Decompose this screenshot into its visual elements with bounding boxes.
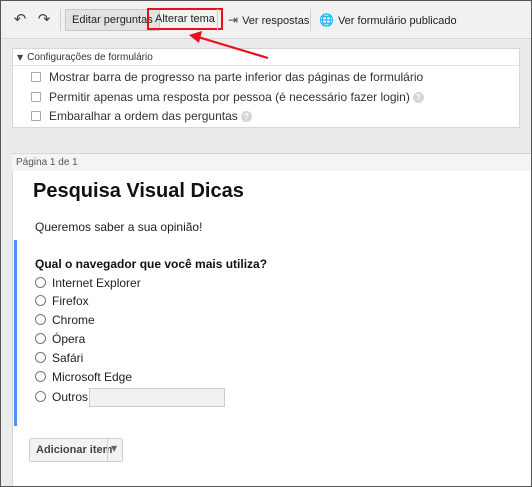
divider — [13, 65, 519, 66]
help-icon[interactable]: ? — [412, 92, 424, 103]
checkbox[interactable] — [31, 111, 41, 121]
toolbar: ↶ ↷ Editar perguntas Alterar tema ⇥ Ver r… — [1, 1, 531, 39]
divider — [107, 439, 108, 461]
view-responses-button[interactable]: ⇥ Ver respostas — [221, 9, 316, 31]
setting-label: Mostrar barra de progresso na parte infe… — [49, 70, 424, 84]
collapse-triangle-icon: ▼ — [17, 53, 24, 62]
choice-option[interactable]: Internet Explorer — [35, 275, 141, 291]
form-title[interactable]: Pesquisa Visual Dicas — [33, 180, 244, 203]
radio-button[interactable] — [35, 333, 46, 344]
choice-label: Chrome — [52, 313, 95, 327]
form-description[interactable]: Queremos saber a sua opinião! — [35, 220, 202, 234]
setting-label: Permitir apenas uma resposta por pessoa … — [49, 90, 410, 104]
form-settings-panel: ▼ Configurações de formulário Mostrar bar… — [12, 48, 520, 128]
other-text-input[interactable] — [89, 388, 225, 407]
page-label: Página 1 de 1 — [16, 157, 78, 168]
add-item-button[interactable]: Adicionar item ▼ — [29, 438, 123, 462]
setting-one-response[interactable]: Permitir apenas uma resposta por pessoa … — [31, 89, 424, 105]
edit-questions-button[interactable]: Editar perguntas — [65, 9, 160, 31]
question-focus-bar — [14, 240, 17, 426]
form-canvas: Pesquisa Visual Dicas Queremos saber a s… — [12, 171, 532, 487]
change-theme-button[interactable]: Alterar tema — [147, 8, 223, 30]
choice-label: Safári — [52, 351, 84, 365]
choice-label: Ópera — [52, 332, 86, 346]
radio-button[interactable] — [35, 295, 46, 306]
radio-button[interactable] — [35, 314, 46, 325]
choice-option[interactable]: Chrome — [35, 312, 95, 328]
checkbox[interactable] — [31, 72, 41, 82]
choice-option[interactable]: Safári — [35, 350, 83, 366]
setting-label: Embaralhar a ordem das perguntas — [49, 109, 238, 123]
radio-button[interactable] — [35, 352, 46, 363]
export-icon: ⇥ — [228, 13, 239, 27]
view-responses-label: Ver respostas — [242, 15, 310, 27]
choice-option[interactable]: Ópera — [35, 331, 85, 347]
choice-label: Outros: — [52, 390, 92, 404]
choice-label: Firefox — [52, 294, 89, 308]
redo-icon[interactable]: ↷ — [34, 9, 54, 29]
toolbar-divider — [217, 9, 218, 31]
view-published-form-button[interactable]: 🌐 Ver formulário publicado — [312, 9, 464, 31]
radio-button[interactable] — [35, 277, 46, 288]
choice-option-other[interactable]: Outros: — [35, 389, 91, 405]
form-settings-header[interactable]: ▼ Configurações de formulário — [17, 51, 157, 65]
choice-label: Internet Explorer — [52, 276, 141, 290]
toolbar-divider — [310, 9, 311, 31]
view-published-form-label: Ver formulário publicado — [337, 15, 457, 27]
radio-button[interactable] — [35, 391, 46, 402]
choice-label: Microsoft Edge — [52, 370, 133, 384]
choice-option[interactable]: Microsoft Edge — [35, 369, 132, 385]
radio-button[interactable] — [35, 371, 46, 382]
chevron-down-icon[interactable]: ▼ — [111, 444, 117, 453]
toolbar-divider — [60, 9, 61, 31]
page-header: Página 1 de 1 — [12, 153, 532, 171]
globe-icon: 🌐 — [319, 13, 334, 27]
undo-icon[interactable]: ↶ — [10, 9, 30, 29]
help-icon[interactable]: ? — [240, 111, 252, 122]
checkbox[interactable] — [31, 92, 41, 102]
question-title[interactable]: Qual o navegador que você mais utiliza? — [35, 257, 267, 271]
add-item-label: Adicionar item — [36, 444, 113, 456]
setting-shuffle-questions[interactable]: Embaralhar a ordem das perguntas? — [31, 108, 252, 124]
choice-option[interactable]: Firefox — [35, 293, 89, 309]
form-settings-title: Configurações de formulário — [27, 52, 153, 63]
setting-progress-bar[interactable]: Mostrar barra de progresso na parte infe… — [31, 69, 423, 85]
